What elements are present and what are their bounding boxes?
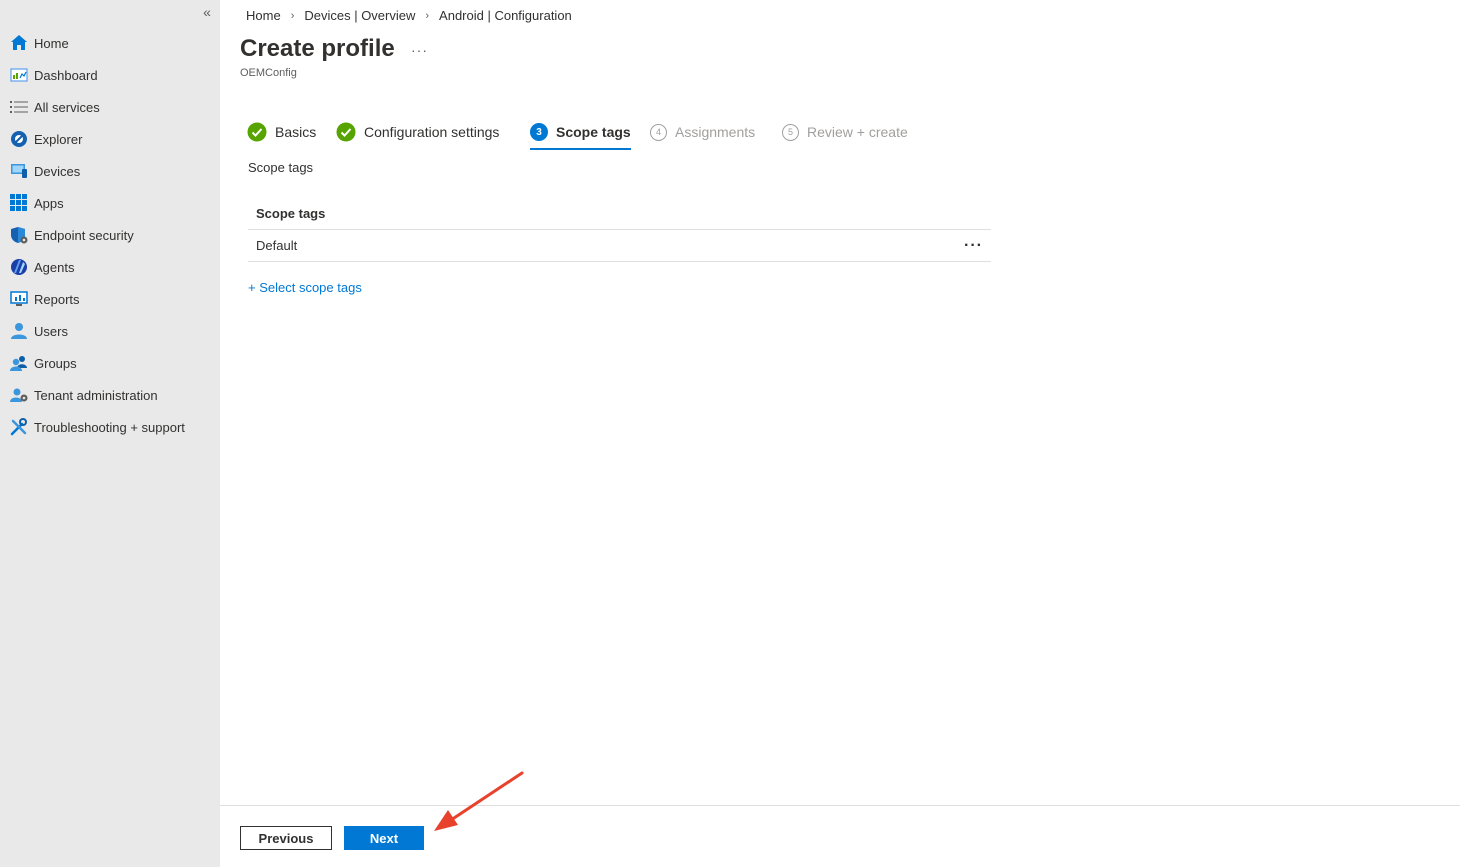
step-label: Review + create xyxy=(807,124,908,140)
groups-icon xyxy=(9,353,29,373)
sidebar-item-devices[interactable]: Devices xyxy=(0,155,220,187)
breadcrumb-android-configuration[interactable]: Android | Configuration xyxy=(439,8,572,23)
step-label: Configuration settings xyxy=(364,124,500,140)
sidebar-item-all-services[interactable]: All services xyxy=(0,91,220,123)
step-label: Basics xyxy=(275,124,317,140)
sidebar-item-label: Groups xyxy=(34,355,77,371)
section-label: Scope tags xyxy=(248,160,314,175)
sidebar-item-reports[interactable]: Reports xyxy=(0,283,220,315)
sidebar-item-label: Apps xyxy=(34,195,64,211)
more-options-icon[interactable]: ··· xyxy=(411,42,428,58)
select-scope-tags-link[interactable]: + Select scope tags xyxy=(248,280,362,295)
sidebar-item-users[interactable]: Users xyxy=(0,315,220,347)
sidebar-item-agents[interactable]: Agents xyxy=(0,251,220,283)
shield-icon xyxy=(9,225,29,245)
page-title: Create profile xyxy=(240,35,395,62)
column-header-scope-tags: Scope tags xyxy=(256,206,326,221)
breadcrumb-home[interactable]: Home xyxy=(246,8,281,23)
step-basics[interactable]: Basics xyxy=(247,117,316,147)
chevron-right-icon: › xyxy=(290,9,295,22)
sidebar-item-dashboard[interactable]: Dashboard xyxy=(0,59,220,91)
nav-list: Home Dashboard All services Explorer Dev… xyxy=(0,27,220,443)
sidebar-item-groups[interactable]: Groups xyxy=(0,347,220,379)
check-circle-icon xyxy=(247,122,267,142)
breadcrumb: Home › Devices | Overview › Android | Co… xyxy=(246,8,572,23)
scope-tag-name: Default xyxy=(256,238,298,253)
step-number-badge: 5 xyxy=(782,123,799,141)
sidebar-item-label: Explorer xyxy=(34,131,83,147)
sidebar-item-apps[interactable]: Apps xyxy=(0,187,220,219)
sidebar-item-endpoint-security[interactable]: Endpoint security xyxy=(0,219,220,251)
step-scope-tags[interactable]: 3 Scope tags xyxy=(530,117,631,150)
sidebar-item-troubleshooting-support[interactable]: Troubleshooting + support xyxy=(0,411,220,443)
chevron-right-icon: › xyxy=(425,9,430,22)
scope-tags-table: Scope tags Default ··· xyxy=(248,198,991,262)
sidebar-item-label: Endpoint security xyxy=(34,227,134,243)
tenant-admin-icon xyxy=(9,385,29,405)
user-icon xyxy=(9,321,29,341)
sidebar-item-explorer[interactable]: Explorer xyxy=(0,123,220,155)
main-content: Home › Devices | Overview › Android | Co… xyxy=(220,0,1460,867)
tools-icon xyxy=(9,417,29,437)
list-icon xyxy=(9,97,29,117)
breadcrumb-devices-overview[interactable]: Devices | Overview xyxy=(304,8,415,23)
sidebar-item-label: Users xyxy=(34,323,68,339)
apps-grid-icon xyxy=(9,193,29,213)
sidebar-item-label: Tenant administration xyxy=(34,387,158,403)
reports-icon xyxy=(9,289,29,309)
page-subtitle: OEMConfig xyxy=(240,67,297,79)
table-header: Scope tags xyxy=(248,198,991,230)
sidebar-item-label: Reports xyxy=(34,291,80,307)
sidebar-item-home[interactable]: Home xyxy=(0,27,220,59)
dashboard-icon xyxy=(9,65,29,85)
devices-icon xyxy=(9,161,29,181)
previous-button[interactable]: Previous xyxy=(240,826,332,850)
step-number-badge: 3 xyxy=(530,123,548,141)
step-label: Assignments xyxy=(675,124,756,140)
sidebar-item-label: Troubleshooting + support xyxy=(34,419,185,435)
step-review-create: 5 Review + create xyxy=(782,117,908,147)
sidebar-item-label: Home xyxy=(34,35,69,51)
step-label: Scope tags xyxy=(556,124,631,140)
double-chevron-left-icon[interactable]: « xyxy=(198,4,216,20)
sidebar-item-label: All services xyxy=(34,99,100,115)
check-circle-icon xyxy=(336,122,356,142)
sidebar-item-tenant-administration[interactable]: Tenant administration xyxy=(0,379,220,411)
wizard-footer: Previous Next xyxy=(220,805,1460,867)
sidebar-item-label: Devices xyxy=(34,163,81,179)
left-nav-sidebar: « Home Dashboard All services Explorer D… xyxy=(0,0,220,867)
row-more-options-icon[interactable]: ··· xyxy=(964,237,983,253)
explorer-icon xyxy=(9,129,29,149)
step-configuration-settings[interactable]: Configuration settings xyxy=(336,117,499,147)
agents-icon xyxy=(9,257,29,277)
table-row: Default ··· xyxy=(248,230,991,262)
step-number-badge: 4 xyxy=(650,123,667,141)
home-icon xyxy=(9,33,29,53)
step-assignments: 4 Assignments xyxy=(650,117,755,147)
sidebar-item-label: Dashboard xyxy=(34,67,98,83)
next-button[interactable]: Next xyxy=(344,826,424,850)
sidebar-item-label: Agents xyxy=(34,259,75,275)
